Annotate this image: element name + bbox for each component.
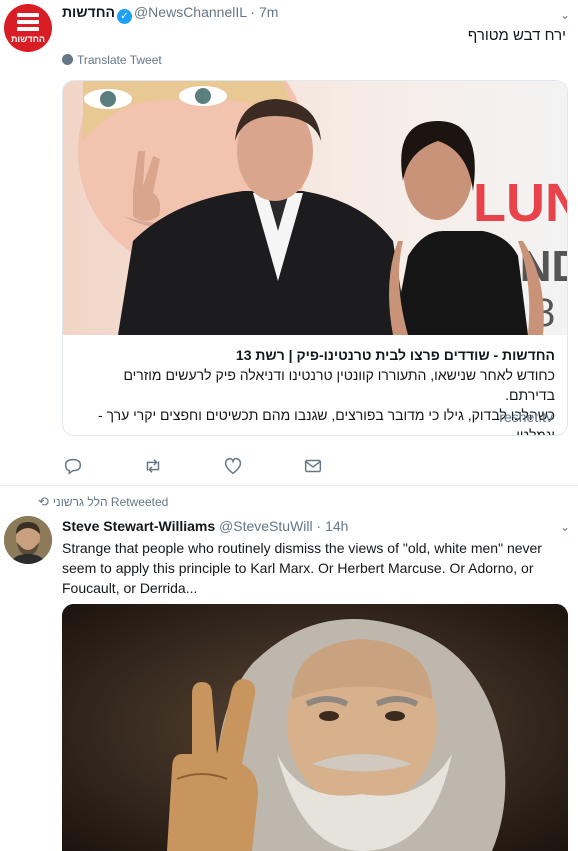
translate-label: Translate Tweet	[77, 53, 162, 67]
retweet-icon: ⟲	[38, 494, 49, 509]
card-description: כחודש לאחר שנישאו, התעוררו קוונטין טרנטי…	[123, 367, 555, 403]
avatar-logo-text: החדשות	[10, 34, 46, 44]
tweet-text: ירח דבש מטורף	[467, 27, 566, 44]
translate-tweet-link[interactable]: Translate Tweet	[62, 53, 162, 67]
avatar[interactable]: החדשות	[4, 4, 52, 52]
avatar-photo	[4, 516, 52, 564]
retweeted-label[interactable]: הלל גרשוני Retweeted	[53, 495, 168, 509]
card-photo: LUN AND 8	[63, 81, 567, 335]
caret-down-icon[interactable]: ⌄	[560, 520, 570, 534]
verified-icon: ✓	[116, 9, 132, 24]
retweeted-by: ⟲ הלל גרשוני Retweeted	[38, 494, 168, 510]
logo-bar-icon	[17, 27, 39, 31]
card-image: LUN AND 8	[63, 81, 567, 335]
message-icon[interactable]	[302, 455, 324, 477]
logo-bar-icon	[17, 20, 39, 24]
link-card[interactable]: LUN AND 8 החדשות - שודדים פרצו לבית	[62, 80, 568, 436]
tweet-text: Strange that people who routinely dismis…	[62, 540, 542, 596]
timestamp[interactable]: 14h	[325, 518, 348, 534]
avatar[interactable]	[4, 516, 52, 564]
separator-dot: ·	[250, 4, 256, 20]
tweet-retweeted[interactable]: ⟲ הלל גרשוני Retweeted Steve Stewart-Will…	[0, 486, 578, 851]
tweet-image[interactable]	[62, 604, 568, 851]
retweet-icon[interactable]	[142, 455, 164, 477]
card-title: החדשות - שודדים פרצו לבית טרנטינו-פיק | …	[235, 347, 555, 363]
logo-bar-icon	[17, 13, 39, 17]
sign-text: LUN	[473, 173, 567, 233]
reply-icon[interactable]	[62, 455, 84, 477]
card-domain: reshet.tv	[499, 409, 553, 425]
timestamp[interactable]: 7m	[259, 4, 278, 20]
separator-dot: ·	[316, 518, 322, 534]
marx-illustration	[62, 604, 568, 851]
display-name[interactable]: החדשות	[62, 4, 115, 20]
display-name[interactable]: Steve Stewart-Williams	[62, 518, 215, 534]
tweet-header: Steve Stewart-Williams @SteveStuWill · 1…	[62, 518, 570, 538]
card-description: כשהלכו לבדוק, גילו כי מדובר בפורצים, שגנ…	[98, 407, 555, 436]
like-icon[interactable]	[222, 455, 244, 477]
user-handle[interactable]: @NewsChannelIL	[134, 4, 247, 20]
tweet-news-channel[interactable]: החדשות החדשות ✓ @NewsChannelIL · 7m ⌄ ירח …	[0, 0, 578, 486]
globe-icon	[62, 54, 73, 65]
card-body: החדשות - שודדים פרצו לבית טרנטינו-פיק | …	[63, 335, 567, 435]
caret-down-icon[interactable]: ⌄	[560, 8, 570, 22]
user-handle[interactable]: @SteveStuWill	[219, 518, 313, 534]
tweet-header: החדשות ✓ @NewsChannelIL · 7m	[62, 4, 570, 24]
